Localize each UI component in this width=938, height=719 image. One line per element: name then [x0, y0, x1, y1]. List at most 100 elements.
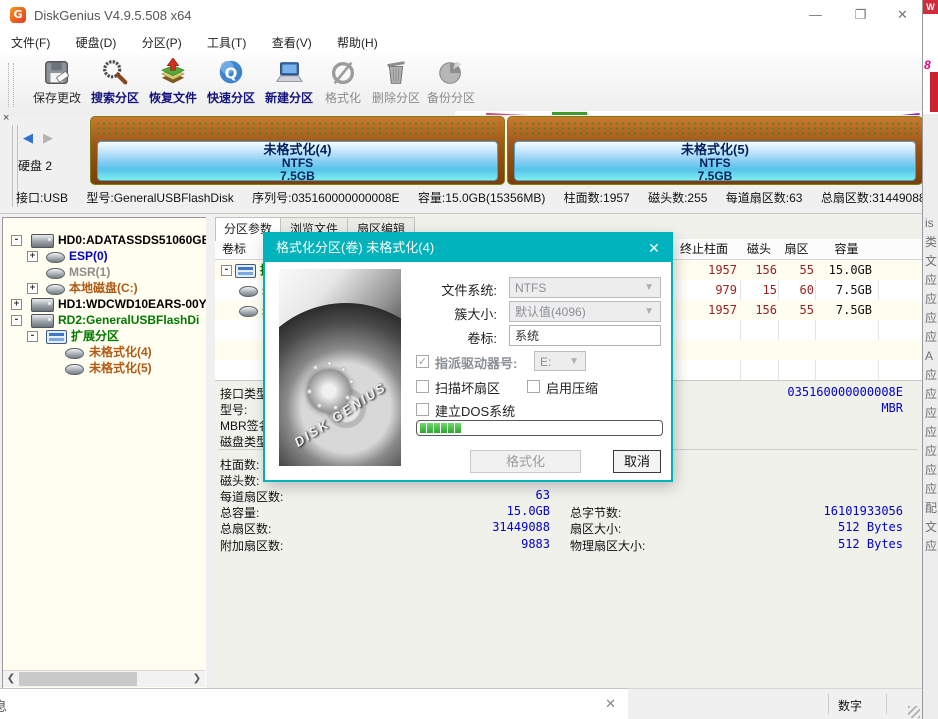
- tree-expander[interactable]: +: [11, 299, 22, 310]
- cell-heads: 156: [741, 260, 777, 280]
- cluster-size-select[interactable]: 默认值(4096) ▼: [509, 301, 661, 322]
- scan-bad-sectors-label: 扫描坏扇区: [435, 378, 500, 397]
- tree-item-label: HD0:ADATASSDS51060GB(: [58, 232, 208, 248]
- menu-tools[interactable]: 工具(T): [196, 30, 257, 55]
- tree-expander[interactable]: -: [27, 331, 38, 342]
- tree-expander[interactable]: -: [11, 235, 22, 246]
- partition-bar-4[interactable]: 未格式化(4) NTFS 7.5GB: [97, 141, 498, 181]
- scroll-left-icon[interactable]: ❮: [3, 671, 19, 687]
- tree-item-label: RD2:GeneralUSBFlashDi: [58, 312, 199, 328]
- save-changes-button[interactable]: 保存更改: [28, 58, 86, 112]
- app-logo-icon: G: [10, 7, 26, 23]
- col-sectors[interactable]: 扇区: [779, 239, 814, 259]
- assign-drive-checkbox[interactable]: ✓: [416, 355, 429, 368]
- info-label: 总容量:: [220, 504, 259, 521]
- panel-splitter[interactable]: [206, 214, 214, 689]
- dialog-title-bar[interactable]: 格式化分区(卷) 未格式化(4): [265, 234, 671, 262]
- cell-capacity: 7.5GB: [816, 280, 872, 300]
- menu-disk[interactable]: 硬盘(D): [65, 30, 128, 55]
- menu-file[interactable]: 文件(F): [0, 30, 61, 55]
- drive-letter-value: E:: [540, 355, 551, 369]
- tree-expander[interactable]: +: [27, 251, 38, 262]
- col-end-cylinder[interactable]: 终止柱面: [671, 239, 737, 259]
- prev-disk-arrow-icon[interactable]: ◀: [23, 130, 33, 146]
- next-disk-arrow-icon[interactable]: ▶: [43, 130, 53, 146]
- enable-compression-checkbox[interactable]: [527, 380, 540, 393]
- scroll-right-icon[interactable]: ❯: [189, 671, 205, 687]
- col-capacity[interactable]: 容量: [816, 239, 877, 259]
- partition-icon: [239, 286, 258, 297]
- file-system-select[interactable]: NTFS ▼: [509, 277, 661, 298]
- chevron-down-icon: ▼: [569, 352, 579, 372]
- search-partition-button[interactable]: 搜索分区: [86, 58, 144, 112]
- info-value: 15.0GB: [450, 504, 550, 518]
- info-label: 总扇区数:: [220, 520, 271, 537]
- partition-bar-5[interactable]: 未格式化(5) NTFS 7.5GB: [514, 141, 916, 181]
- info-value: 63: [789, 191, 802, 205]
- cell-capacity: 7.5GB: [816, 300, 872, 320]
- tree-expander[interactable]: -: [221, 265, 232, 276]
- resize-grip-icon[interactable]: [908, 706, 920, 718]
- cancel-button[interactable]: 取消: [613, 450, 661, 473]
- menu-partition[interactable]: 分区(P): [131, 30, 193, 55]
- info-value: 255: [687, 191, 707, 205]
- tree-item-label: ESP(0): [69, 248, 108, 264]
- scrollbar-thumb[interactable]: [19, 672, 137, 686]
- recover-files-button[interactable]: 恢复文件: [144, 58, 202, 112]
- maximize-button[interactable]: ❐: [838, 0, 883, 30]
- backup-partition-button[interactable]: 备份分区: [424, 58, 478, 112]
- notification-partial-text: 息: [0, 696, 7, 715]
- menu-bar: 文件(F) 硬盘(D) 分区(P) 工具(T) 查看(V) 帮助(H): [0, 30, 922, 56]
- close-button[interactable]: ✕: [883, 0, 922, 30]
- ime-indicator: 数字: [838, 697, 862, 714]
- format-progress-bar: [416, 420, 663, 436]
- usb-disk-icon: [31, 314, 54, 328]
- menu-view[interactable]: 查看(V): [261, 30, 323, 55]
- info-value: 31449088: [872, 191, 923, 205]
- notification-close-icon[interactable]: ✕: [605, 696, 616, 712]
- tree-expander[interactable]: -: [11, 315, 22, 326]
- info-label: 总字节数:: [570, 504, 621, 521]
- partition-size: 7.5GB: [515, 170, 915, 183]
- volume-label-label: 卷标:: [365, 328, 497, 347]
- info-label: 接口:: [16, 191, 43, 205]
- toolbar: 保存更改 搜索分区 恢复文件: [0, 55, 922, 116]
- extended-partition-container[interactable]: 未格式化(4) NTFS 7.5GB: [90, 116, 505, 185]
- col-heads[interactable]: 磁头: [741, 239, 777, 259]
- format-button-toolbar[interactable]: 格式化: [318, 58, 368, 112]
- scan-bad-sectors-checkbox[interactable]: [416, 380, 429, 393]
- format-confirm-button[interactable]: 格式化: [470, 450, 581, 473]
- quick-partition-button[interactable]: Q 快速分区: [202, 58, 260, 112]
- drive-letter-select[interactable]: E: ▼: [534, 351, 586, 371]
- tree-expander[interactable]: +: [27, 283, 38, 294]
- minimize-button[interactable]: —: [793, 0, 838, 30]
- partition-name: 未格式化(5): [515, 143, 915, 157]
- extended-partition-container[interactable]: 未格式化(5) NTFS 7.5GB: [507, 116, 923, 185]
- create-dos-system-checkbox[interactable]: [416, 403, 429, 416]
- partition-icon: [65, 364, 84, 375]
- search-partition-icon: [100, 58, 130, 88]
- menu-help[interactable]: 帮助(H): [326, 30, 389, 55]
- delete-partition-button[interactable]: 删除分区: [368, 58, 424, 112]
- info-value: 31449088: [450, 520, 550, 534]
- tree-horizontal-scrollbar[interactable]: ❮ ❯: [3, 670, 205, 687]
- dialog-close-icon[interactable]: ✕: [637, 234, 671, 262]
- partition-icon: [65, 348, 84, 359]
- cell-sectors: 55: [779, 260, 814, 280]
- toolbar-grip[interactable]: [8, 63, 14, 107]
- cluster-size-label: 簇大小:: [365, 304, 497, 323]
- toolbar-button-label: 搜索分区: [86, 89, 144, 106]
- info-label: 总扇区数:: [821, 191, 872, 205]
- new-partition-button[interactable]: 新建分区: [260, 58, 318, 112]
- toolbar-button-label: 备份分区: [424, 89, 478, 106]
- volume-label-input[interactable]: [509, 325, 661, 346]
- panel-close-icon[interactable]: ×: [3, 112, 9, 124]
- info-label: 物理扇区大小:: [570, 537, 645, 554]
- new-partition-icon: [274, 58, 304, 88]
- toolbar-button-label: 保存更改: [28, 89, 86, 106]
- cell-sectors: 60: [779, 280, 814, 300]
- partition-icon: [46, 284, 65, 295]
- col-volume-label[interactable]: 卷标: [222, 239, 246, 259]
- status-bar: 数字: [628, 688, 922, 719]
- toolbar-button-label: 新建分区: [260, 89, 318, 106]
